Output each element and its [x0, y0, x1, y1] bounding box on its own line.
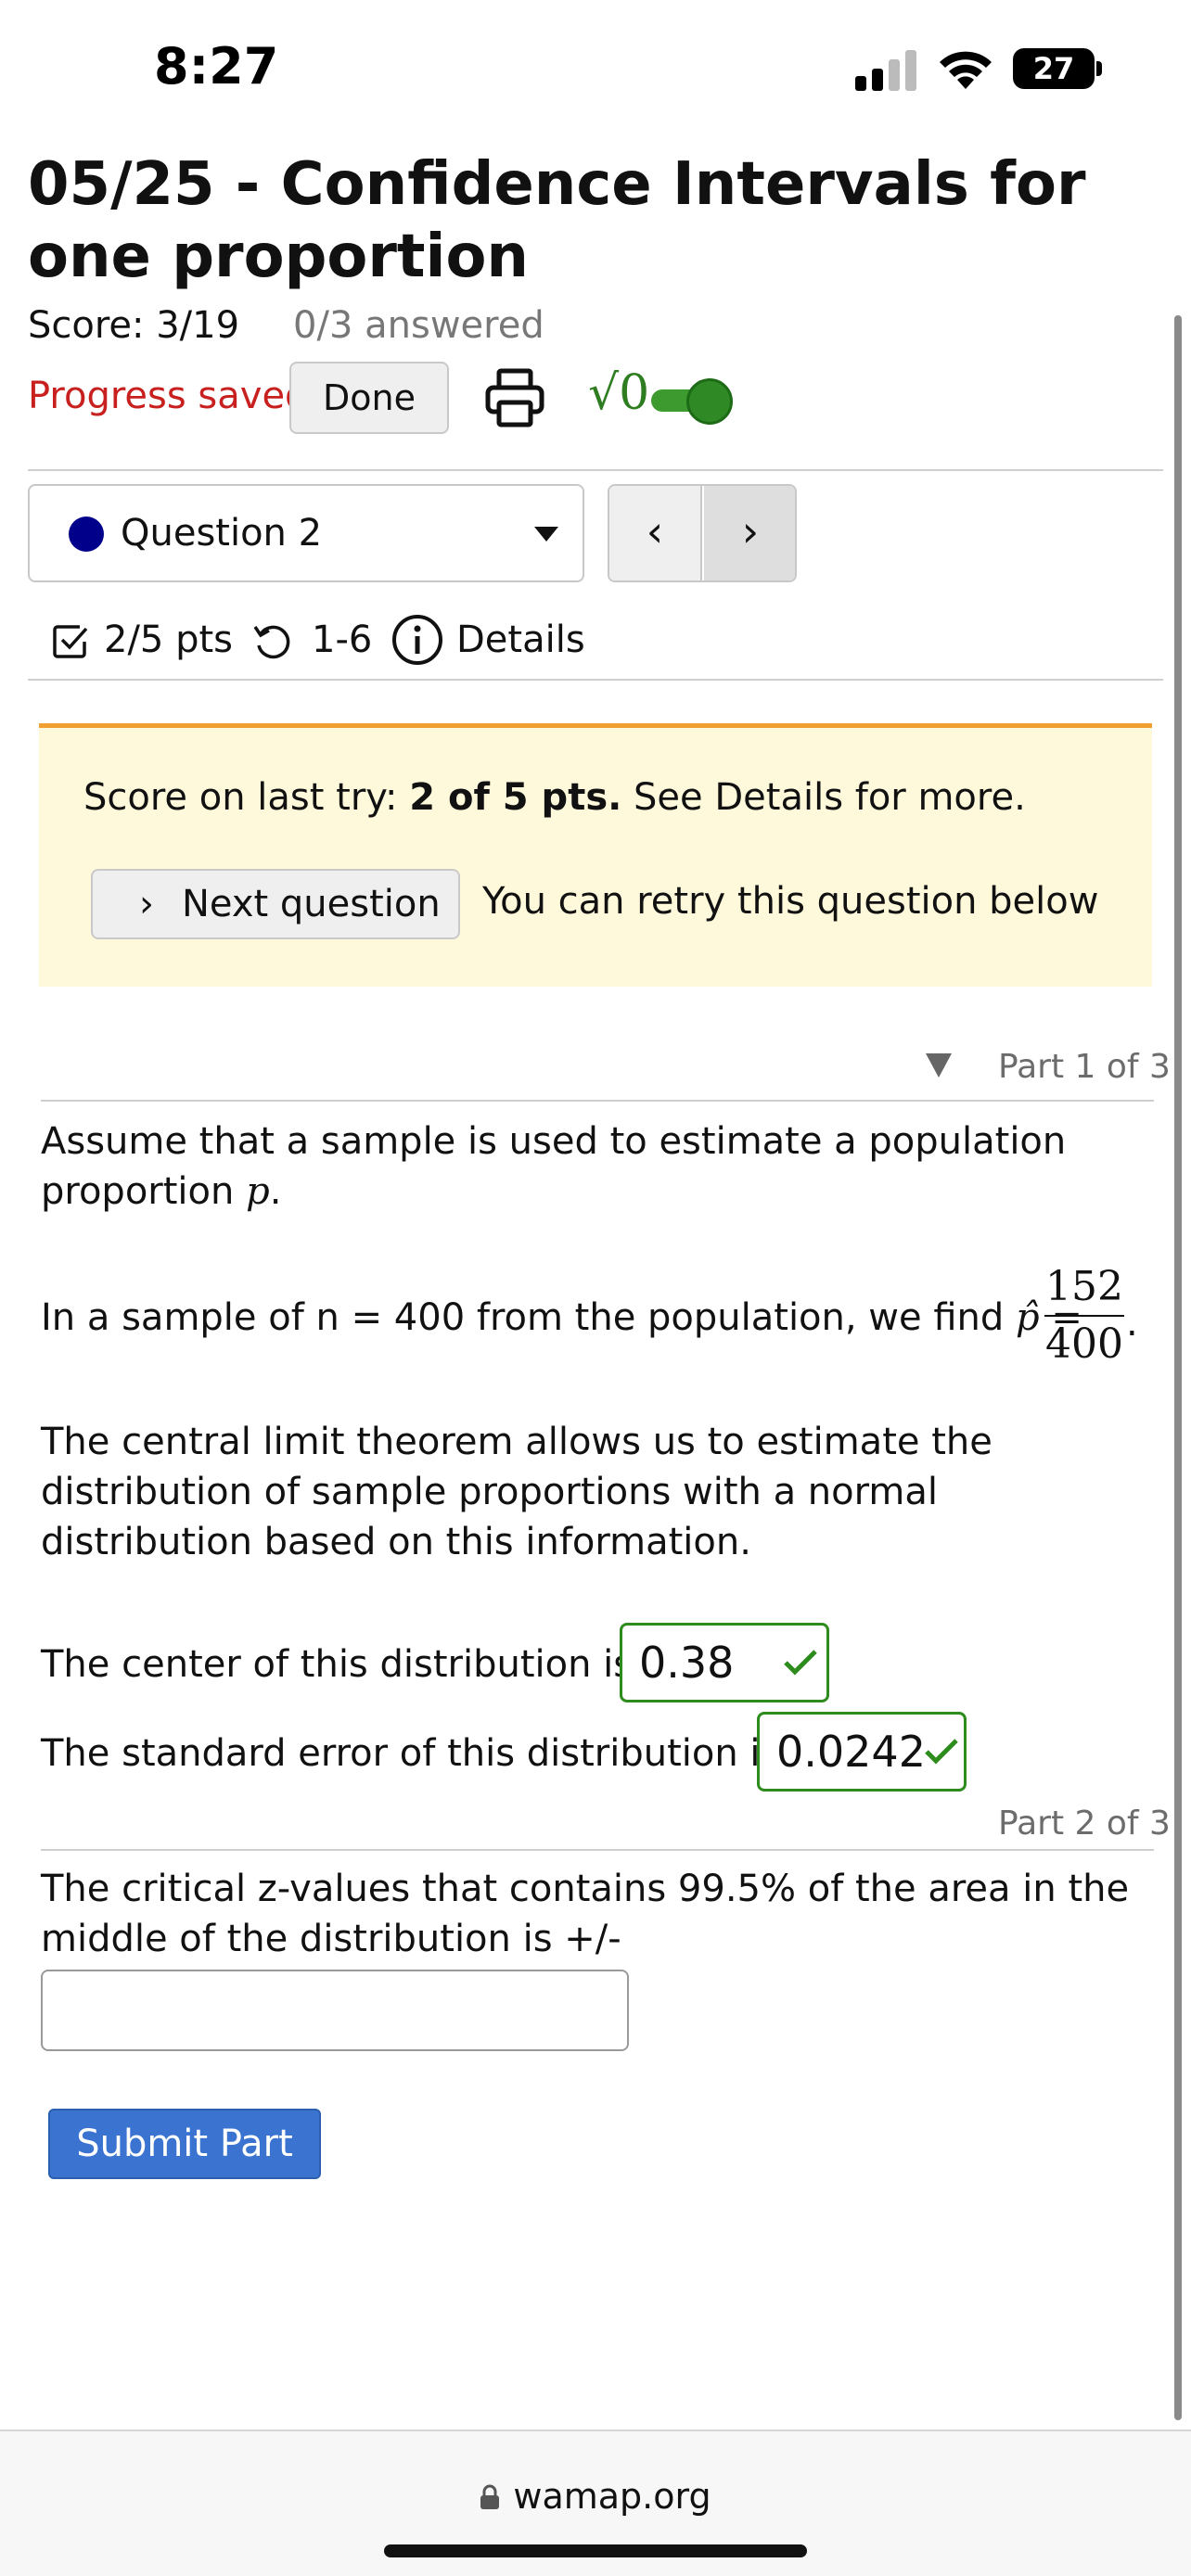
score-text: Score: 3/19	[28, 304, 240, 347]
correct-check-icon	[925, 1739, 958, 1765]
chevron-right-icon: ›	[139, 883, 154, 925]
question-status-dot	[69, 516, 104, 552]
progress-saved-status: Progress saved	[28, 375, 309, 417]
part-2-header: Part 2 of 3	[998, 1804, 1171, 1843]
lock-icon	[480, 2484, 500, 2509]
retry-text: You can retry this question below	[482, 880, 1099, 923]
divider	[41, 1100, 1154, 1102]
center-answer-field[interactable]: 0.38	[620, 1623, 829, 1702]
battery-icon: 27	[1013, 48, 1102, 89]
math-display-icon: √0	[588, 365, 650, 421]
standard-error-answer-field[interactable]: 0.0242	[757, 1712, 967, 1792]
last-try-score-text: Score on last try: 2 of 5 pts. See Detai…	[83, 776, 1026, 819]
se-label: The standard error of this distribution …	[41, 1732, 780, 1775]
attempts-label: 1-6	[312, 618, 373, 661]
next-question-arrow-button[interactable]: ›	[704, 486, 795, 580]
progress-row: Progress saved Done √0	[28, 362, 1141, 436]
next-question-button[interactable]: › Next question	[91, 869, 460, 939]
scrollbar[interactable]	[1174, 315, 1182, 2420]
question-select[interactable]: Question 2	[28, 484, 584, 582]
critical-z-input[interactable]	[41, 1970, 629, 2051]
part-1-header: Part 1 of 3	[998, 1048, 1171, 1086]
previous-question-button[interactable]: ‹	[609, 486, 702, 580]
critical-z-question: The critical z-values that contains 99.5…	[41, 1868, 1130, 1960]
last-try-notice: Score on last try: 2 of 5 pts. See Detai…	[39, 723, 1152, 987]
status-time: 8:27	[154, 37, 279, 96]
sample-text: In a sample of n = 400 from the populati…	[41, 1296, 1082, 1339]
browser-bottom-bar: wamap.org	[0, 2429, 1191, 2576]
divider	[28, 469, 1163, 471]
points-label: 2/5 pts	[104, 618, 234, 661]
last-try-score: 2 of 5 pts.	[409, 776, 622, 819]
chevron-down-icon	[534, 527, 558, 542]
wifi-icon	[940, 51, 992, 89]
collapse-triangle-icon[interactable]	[926, 1053, 952, 1078]
home-indicator[interactable]	[384, 2544, 807, 2557]
assume-text: Assume that a sample is used to estimate…	[41, 1120, 1067, 1213]
checkbox-icon	[53, 625, 88, 658]
answered-count: 0/3 answered	[293, 304, 544, 347]
fraction-numerator: 152	[1045, 1263, 1123, 1310]
center-label: The center of this distribution is	[41, 1643, 634, 1686]
correct-check-icon	[784, 1650, 817, 1676]
math-display-toggle[interactable]	[651, 378, 735, 425]
fraction-end: .	[1126, 1302, 1138, 1345]
cellular-signal-icon	[855, 50, 916, 91]
details-link[interactable]: Details	[456, 612, 585, 668]
page-title: 05/25 - Confidence Intervals for one pro…	[28, 150, 1086, 291]
url-bar[interactable]: wamap.org	[0, 2476, 1191, 2517]
status-bar: 8:27 27	[0, 0, 1191, 139]
retry-icon	[253, 625, 290, 659]
score-row: Score: 3/19 0/3 answered	[28, 304, 544, 347]
info-icon[interactable]	[391, 614, 443, 666]
question-select-label: Question 2	[121, 512, 323, 555]
divider	[28, 679, 1163, 681]
submit-part-button[interactable]: Submit Part	[48, 2109, 321, 2179]
print-icon[interactable]	[482, 365, 547, 430]
question-nav-buttons: ‹ ›	[608, 484, 797, 582]
fraction-denominator: 400	[1045, 1320, 1123, 1368]
clt-text: The central limit theorem allows us to e…	[41, 1421, 992, 1563]
question-meta: 2/5 pts 1-6 Details	[52, 612, 1165, 668]
battery-level: 27	[1013, 48, 1095, 89]
phat-fraction: 152 400	[1044, 1261, 1124, 1371]
divider	[41, 1849, 1154, 1851]
done-button[interactable]: Done	[289, 362, 449, 434]
url-text: wamap.org	[513, 2476, 711, 2517]
